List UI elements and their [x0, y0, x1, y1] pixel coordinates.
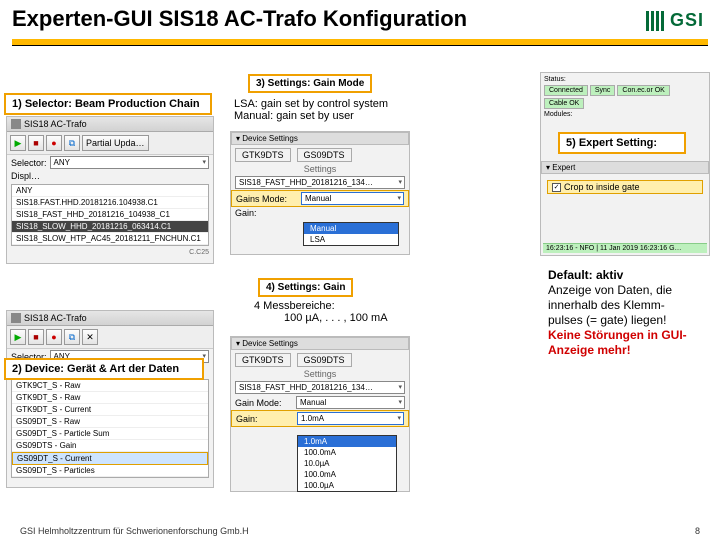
app-icon — [11, 313, 21, 323]
menu-item[interactable]: 100.0mA — [298, 469, 396, 480]
status-badge: Cable OK — [544, 98, 584, 109]
toolbar-button[interactable]: ■ — [28, 135, 44, 151]
callout-2: 2) Device: Gerät & Art der Daten — [4, 358, 204, 380]
menu-item[interactable]: 100.0µA — [298, 480, 396, 491]
toolbar-button[interactable]: ▶ — [10, 329, 26, 345]
gain-menu[interactable]: 1.0mA 100.0mA 10.0µA 100.0mA 100.0µA — [297, 435, 397, 492]
window-selector: SIS18 AC-Trafo ▶ ■ ● ⧉ Partial Upda… Sel… — [6, 116, 214, 264]
menu-item[interactable]: 100.0mA — [298, 447, 396, 458]
menu-item[interactable]: 1.0mA — [298, 436, 396, 447]
list-item[interactable]: GS09DT_S - Particles — [12, 465, 208, 477]
callout-3-sub: LSA: gain set by control systemManual: g… — [234, 98, 388, 122]
panel-gain-mode: ▾ Device Settings GTK9DTS GS09DTS Settin… — [230, 131, 410, 255]
chain-list[interactable]: ANY SIS18.FAST.HHD.20181216.104938.C1 SI… — [11, 184, 209, 246]
crop-checkbox[interactable]: ✓ — [552, 183, 561, 192]
menu-item[interactable]: Manual — [304, 223, 398, 234]
selector-dropdown[interactable]: ANY — [50, 156, 209, 169]
footer-org: GSI Helmholtzzentrum für Schwerionenfors… — [20, 526, 249, 536]
gain-mode-dropdown[interactable]: Manual — [296, 396, 405, 409]
gain-dropdown[interactable]: 1.0mA — [297, 412, 404, 425]
toolbar-button[interactable]: ✕ — [82, 329, 98, 345]
toolbar-button[interactable]: ■ — [28, 329, 44, 345]
list-item[interactable]: SIS18_FAST_HHD_20181216_104938_C1 — [12, 209, 208, 221]
list-item[interactable]: GTK9DT_S - Current — [12, 404, 208, 416]
list-item[interactable]: GS09DT_S - Raw — [12, 416, 208, 428]
status-badge: Connected — [544, 85, 588, 96]
sequence-dropdown[interactable]: SIS18_FAST_HHD_20181216_134… — [235, 381, 405, 394]
list-item[interactable]: GS09DTS - Gain — [12, 440, 208, 452]
panel-gain: ▾ Device Settings GTK9DTS GS09DTS Settin… — [230, 336, 410, 492]
section-header: ▾ Device Settings — [231, 337, 409, 350]
page-number: 8 — [695, 526, 700, 536]
list-item[interactable]: SIS18_SLOW_HTP_AC45_20181211_FNCHUN.C1 — [12, 233, 208, 245]
callout-4-sub: 4 Messbereiche: 100 µA, . . . , 100 mA — [254, 300, 388, 324]
menu-item[interactable]: LSA — [304, 234, 398, 245]
partial-update-button[interactable]: Partial Upda… — [82, 135, 149, 151]
list-item[interactable]: ANY — [12, 185, 208, 197]
device-tab[interactable]: GTK9DTS — [235, 353, 291, 367]
callout-5: 5) Expert Setting: — [558, 132, 686, 154]
list-item[interactable]: GS09DT_S - Particle Sum — [12, 428, 208, 440]
device-tab[interactable]: GTK9DTS — [235, 148, 291, 162]
callout-3: 3) Settings: Gain Mode — [248, 74, 372, 93]
app-icon — [11, 119, 21, 129]
log-status: 16:23:16 - NFO | 11 Jan 2019 16:23:16 G… — [543, 243, 707, 253]
menu-item[interactable]: 10.0µA — [298, 458, 396, 469]
device-tab[interactable]: GS09DTS — [297, 148, 352, 162]
callout-1: 1) Selector: Beam Production Chain — [4, 93, 212, 115]
page-title: Experten-GUI SIS18 AC-Trafo Konfiguratio… — [12, 6, 467, 32]
window-device: SIS18 AC-Trafo ▶ ■ ● ⧉ ✕ Selector:ANY ▾ … — [6, 310, 214, 488]
toolbar-button[interactable]: ⧉ — [64, 329, 80, 345]
device-list[interactable]: GTK9CT_S - Raw GTK9DT_S - Raw GTK9DT_S -… — [11, 379, 209, 478]
list-item[interactable]: SIS18_SLOW_HHD_20181216_063414.C1 — [12, 221, 208, 233]
callout-4: 4) Settings: Gain — [258, 278, 353, 297]
device-tab[interactable]: GS09DTS — [297, 353, 352, 367]
status-badge: Con.ec.or OK — [617, 85, 669, 96]
section-header: ▾ Expert — [541, 161, 709, 174]
panel-expert: Status: Connected Sync Con.ec.or OK Cabl… — [540, 72, 710, 256]
toolbar-button[interactable]: ⧉ — [64, 135, 80, 151]
divider-thin — [12, 45, 708, 46]
toolbar-button[interactable]: ● — [46, 135, 62, 151]
list-item[interactable]: GTK9DT_S - Raw — [12, 392, 208, 404]
toolbar-button[interactable]: ● — [46, 329, 62, 345]
list-item[interactable]: GS09DT_S - Current — [12, 452, 208, 465]
section-header: ▾ Device Settings — [231, 132, 409, 145]
status-badge: Sync — [590, 85, 616, 96]
sequence-dropdown[interactable]: SIS18_FAST_HHD_20181216_134… — [235, 176, 405, 189]
gain-mode-dropdown[interactable]: Manual — [301, 192, 404, 205]
list-item[interactable]: GTK9CT_S - Raw — [12, 380, 208, 392]
toolbar-button[interactable]: ▶ — [10, 135, 26, 151]
gsi-logo: GSI — [642, 6, 708, 35]
note-5: Default: aktiv Anzeige von Daten, die in… — [548, 268, 716, 358]
list-item[interactable]: SIS18.FAST.HHD.20181216.104938.C1 — [12, 197, 208, 209]
gain-mode-menu[interactable]: Manual LSA — [303, 222, 399, 246]
